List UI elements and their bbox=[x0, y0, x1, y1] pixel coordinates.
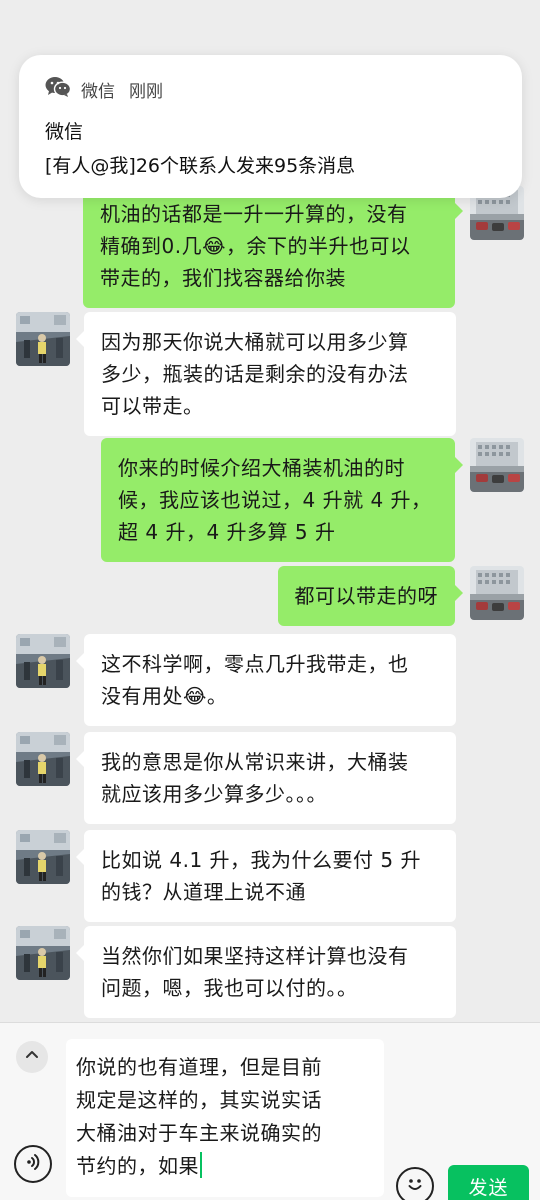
voice-icon bbox=[22, 1151, 44, 1177]
message-bubble-incoming[interactable]: 我的意思是你从常识来讲，大桶装 就应该用多少算多少。。。 bbox=[76, 732, 456, 824]
contact-avatar[interactable] bbox=[16, 312, 70, 366]
message-bubble-outgoing[interactable]: 都可以带走的呀 bbox=[277, 566, 463, 626]
contact-avatar[interactable] bbox=[16, 926, 70, 980]
notification-app-name: 微信 bbox=[81, 81, 115, 102]
contact-avatar[interactable] bbox=[16, 732, 70, 786]
send-button[interactable]: 发送 bbox=[448, 1165, 529, 1200]
contact-avatar[interactable] bbox=[16, 634, 70, 688]
collapse-input-button[interactable] bbox=[16, 1041, 48, 1073]
notification-header: 微信 刚刚 bbox=[45, 75, 163, 103]
my-avatar[interactable] bbox=[470, 438, 524, 492]
emoji-button[interactable] bbox=[396, 1167, 434, 1200]
notification-banner[interactable]: 微信 刚刚 微信 [有人@我]26个联系人发来95条消息 bbox=[19, 55, 522, 198]
wechat-icon bbox=[45, 76, 72, 102]
message-input-text: 你说的也有道理，但是目前 规定是这样的，其实说实话 大桶油对于车主来说确实的 节… bbox=[76, 1055, 322, 1178]
message-bubble-incoming[interactable]: 当然你们如果坚持这样计算也没有 问题，嗯，我也可以付的。。 bbox=[76, 926, 456, 1018]
chevron-up-icon bbox=[24, 1047, 40, 1067]
text-caret bbox=[200, 1152, 202, 1178]
chat-input-bar: 你说的也有道理，但是目前 规定是这样的，其实说实话 大桶油对于车主来说确实的 节… bbox=[0, 1022, 540, 1200]
message-text-input[interactable]: 你说的也有道理，但是目前 规定是这样的，其实说实话 大桶油对于车主来说确实的 节… bbox=[66, 1039, 384, 1197]
my-avatar[interactable] bbox=[470, 566, 524, 620]
notification-time: 刚刚 bbox=[129, 81, 163, 102]
notification-title: 微信 bbox=[45, 121, 84, 143]
contact-avatar[interactable] bbox=[16, 830, 70, 884]
emoji-icon bbox=[403, 1172, 427, 1200]
message-bubble-incoming[interactable]: 这不科学啊，零点几升我带走，也 没有用处😂。 bbox=[76, 634, 456, 726]
message-bubble-outgoing[interactable]: 机油的话都是一升一升算的，没有 精确到0.几😂，余下的半升也可以 带走的，我们找… bbox=[83, 184, 463, 308]
notification-body: [有人@我]26个联系人发来95条消息 bbox=[45, 155, 356, 177]
message-bubble-outgoing[interactable]: 你来的时候介绍大桶装机油的时 候，我应该也说过，4 升就 4 升， 超 4 升，… bbox=[101, 438, 463, 562]
message-bubble-incoming[interactable]: 因为那天你说大桶就可以用多少算 多少，瓶装的话是剩余的没有办法 可以带走。 bbox=[76, 312, 456, 436]
voice-input-button[interactable] bbox=[14, 1145, 52, 1183]
message-bubble-incoming[interactable]: 比如说 4.1 升，我为什么要付 5 升 的钱？从道理上说不通 bbox=[76, 830, 456, 922]
